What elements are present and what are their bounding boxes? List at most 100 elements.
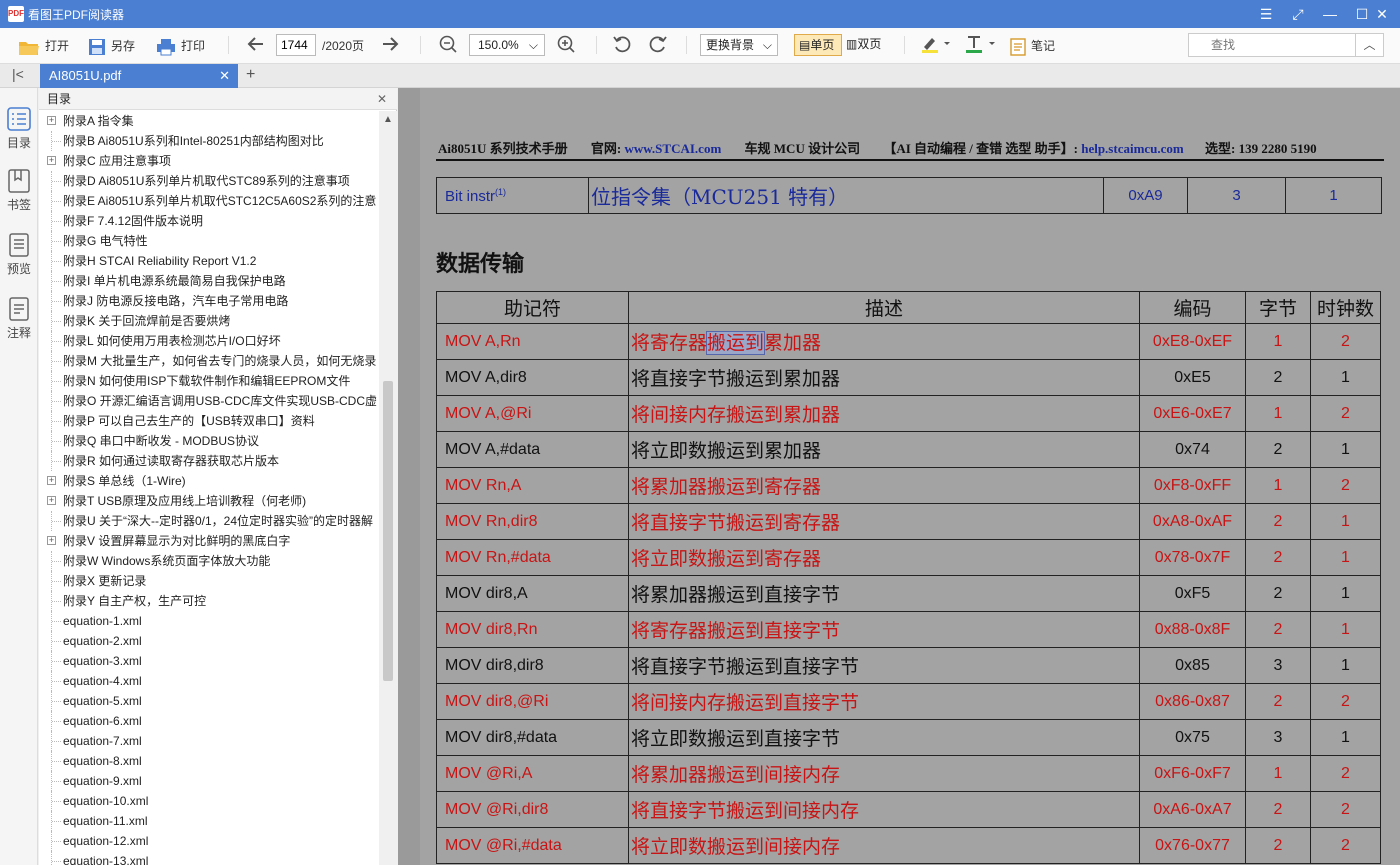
toc-item[interactable]: 附录F 7.4.12固件版本说明 xyxy=(39,211,379,231)
toc-item[interactable]: 附录U 关于“深大--定时器0/1，24位定时器实验”的定时器解 xyxy=(39,511,379,531)
zoom-select[interactable]: 150.0% ⌵ xyxy=(469,34,545,56)
background-label: 更换背景 xyxy=(706,38,755,52)
document-viewer[interactable]: Ai8051U 系列技术手册 官网: www.STCAI.com 车规 MCU … xyxy=(398,88,1400,865)
toc-item[interactable]: 附录Y 自主产权，生产可控 xyxy=(39,591,379,611)
toc-item[interactable]: 附录L 如何使用万用表检测芯片I/O口好坏 xyxy=(39,331,379,351)
toc-item[interactable]: equation-7.xml xyxy=(39,731,379,751)
next-page-button[interactable] xyxy=(380,34,400,58)
toc-item-label: 附录C 应用注意事项 xyxy=(63,154,172,168)
expand-icon[interactable]: + xyxy=(47,496,56,505)
text-selection[interactable]: 搬运到 xyxy=(706,331,766,355)
cell-mnemonic: MOV @Ri,#data xyxy=(436,827,629,864)
toc-item[interactable]: 附录W Windows系统页面字体放大功能 xyxy=(39,551,379,571)
print-button[interactable]: 打印 xyxy=(156,34,205,58)
fullscreen-icon[interactable]: ⤢ xyxy=(1280,0,1316,28)
toc-item[interactable]: equation-12.xml xyxy=(39,831,379,851)
zoom-out-button[interactable] xyxy=(438,34,458,58)
zoom-in-button[interactable] xyxy=(556,34,576,58)
doc-assist-link[interactable]: help.stcaimcu.com xyxy=(1081,141,1184,156)
toc-item[interactable]: 附录N 如何使用ISP下载软件制作和编辑EEPROM文件 xyxy=(39,371,379,391)
sidebar-item-annotations[interactable]: 注释 xyxy=(0,296,38,341)
toc-item[interactable]: 附录G 电气特性 xyxy=(39,231,379,251)
toc-item[interactable]: 附录K 关于回流焊前是否要烘烤 xyxy=(39,311,379,331)
toc-item[interactable]: 附录E Ai8051U系列单片机取代STC12C5A60S2系列的注意 xyxy=(39,191,379,211)
cell-desc: 将间接内存搬运到直接字节 xyxy=(628,683,1140,720)
toolbar-divider xyxy=(420,36,421,54)
search-input[interactable] xyxy=(1188,33,1356,57)
zoom-value: 150.0% xyxy=(478,38,519,52)
toc-scrollbar[interactable]: ▲ xyxy=(379,111,397,865)
toc-item[interactable]: 附录X 更新记录 xyxy=(39,571,379,591)
highlighter-button[interactable] xyxy=(920,34,950,58)
double-page-button[interactable]: ▥双页 xyxy=(844,34,892,56)
toc-item[interactable]: + 附录S 单总线（1-Wire) xyxy=(39,471,379,491)
sidebar-annotations-label: 注释 xyxy=(6,326,31,340)
tab-document[interactable]: AI8051U.pdf ✕ xyxy=(40,64,238,88)
collapse-sidebar-icon[interactable]: |< xyxy=(12,66,24,82)
notes-button[interactable]: 笔记 xyxy=(1010,34,1055,58)
toc-item[interactable]: equation-5.xml xyxy=(39,691,379,711)
expand-icon[interactable]: + xyxy=(47,116,56,125)
minimize-button[interactable]: — xyxy=(1312,0,1348,28)
toc-item-label: 附录N 如何使用ISP下载软件制作和编辑EEPROM文件 xyxy=(63,374,351,388)
table-row: MOV A,dir8 将直接字节搬运到累加器 0xE5 2 1 xyxy=(436,359,1381,396)
toc-item[interactable]: equation-9.xml xyxy=(39,771,379,791)
cell-desc: 将立即数搬运到寄存器 xyxy=(628,539,1140,576)
toc-item[interactable]: + 附录T USB原理及应用线上培训教程（何老师) xyxy=(39,491,379,511)
menu-icon[interactable]: ☰ xyxy=(1248,0,1284,28)
scroll-up-icon[interactable]: ▲ xyxy=(379,111,397,129)
toc-item[interactable]: equation-11.xml xyxy=(39,811,379,831)
toc-item[interactable]: 附录I 单片机电源系统最简易自我保护电路 xyxy=(39,271,379,291)
close-icon[interactable]: ✕ xyxy=(377,88,387,110)
background-select[interactable]: 更换背景 ⌵ xyxy=(700,34,778,56)
toc-item[interactable]: 附录J 防电源反接电路，汽车电子常用电路 xyxy=(39,291,379,311)
toc-item[interactable]: 附录Q 串口中断收发 - MODBUS协议 xyxy=(39,431,379,451)
toc-item[interactable]: 附录D Ai8051U系列单片机取代STC89系列的注意事项 xyxy=(39,171,379,191)
tab-close-icon[interactable]: ✕ xyxy=(219,64,230,88)
toc-item[interactable]: 附录O 开源汇编语言调用USB-CDC库文件实现USB-CDC虚 xyxy=(39,391,379,411)
text-color-button[interactable] xyxy=(964,34,998,58)
scroll-thumb[interactable] xyxy=(383,381,393,681)
toc-item[interactable]: equation-13.xml xyxy=(39,851,379,865)
toc-item[interactable]: equation-3.xml xyxy=(39,651,379,671)
close-button[interactable]: ✕ xyxy=(1364,0,1400,28)
expand-icon[interactable]: + xyxy=(47,476,56,485)
toc-item[interactable]: 附录B Ai8051U系列和Intel-80251内部结构图对比 xyxy=(39,131,379,151)
expand-icon[interactable]: + xyxy=(47,536,56,545)
table-row: MOV A,Rn 将寄存器搬运到累加器 0xE8-0xEF 1 2 xyxy=(436,323,1381,360)
toc-item[interactable]: 附录P 可以自己去生产的【USB转双串口】资料 xyxy=(39,411,379,431)
toc-item[interactable]: equation-8.xml xyxy=(39,751,379,771)
toc-item[interactable]: 附录R 如何通过读取寄存器获取芯片版本 xyxy=(39,451,379,471)
toc-item[interactable]: equation-1.xml xyxy=(39,611,379,631)
sidebar-bookmarks-label: 书签 xyxy=(6,198,31,212)
rotate-left-button[interactable] xyxy=(612,34,632,58)
toc-item[interactable]: + 附录C 应用注意事项 xyxy=(39,151,379,171)
toc-item[interactable]: equation-6.xml xyxy=(39,711,379,731)
toc-item[interactable]: 附录H STCAI Reliability Report V1.2 xyxy=(39,251,379,271)
toc-item-label: 附录V 设置屏幕显示为对比鲜明的黑底白字 xyxy=(63,534,291,548)
single-page-button[interactable]: ▤单页 xyxy=(794,34,842,56)
table-row: MOV Rn,dir8 将直接字节搬运到寄存器 0xA8-0xAF 2 1 xyxy=(436,503,1381,540)
doc-site-link[interactable]: www.STCAI.com xyxy=(624,141,721,156)
search-prev-button[interactable]: ︿ xyxy=(1356,33,1384,57)
toc-item[interactable]: equation-2.xml xyxy=(39,631,379,651)
toc-item-label: 附录E Ai8051U系列单片机取代STC12C5A60S2系列的注意 xyxy=(63,194,377,208)
rotate-right-button[interactable] xyxy=(648,34,668,58)
toc-item[interactable]: + 附录A 指令集 xyxy=(39,111,379,131)
save-as-button[interactable]: 另存 xyxy=(88,34,135,58)
toc-item[interactable]: equation-4.xml xyxy=(39,671,379,691)
open-button[interactable]: 打开 xyxy=(18,34,69,58)
toc-item[interactable]: equation-10.xml xyxy=(39,791,379,811)
page-number-input[interactable] xyxy=(276,34,316,56)
toc-item[interactable]: 附录M 大批量生产，如何省去专门的烧录人员，如何无烧录 xyxy=(39,351,379,371)
cell-bytes: 2 xyxy=(1245,503,1311,540)
sidebar-item-bookmarks[interactable]: 书签 xyxy=(0,168,38,213)
toc-item[interactable]: + 附录V 设置屏幕显示为对比鲜明的黑底白字 xyxy=(39,531,379,551)
new-tab-button[interactable]: + xyxy=(246,66,255,84)
expand-icon[interactable]: + xyxy=(47,156,56,165)
prev-page-button[interactable] xyxy=(246,34,266,58)
sidebar-item-preview[interactable]: 预览 xyxy=(0,232,38,277)
cell-code: 0x76-0x77 xyxy=(1139,827,1246,864)
sidebar-item-toc[interactable]: 目录 xyxy=(0,106,38,151)
cell-cycles: 1 xyxy=(1310,575,1381,612)
